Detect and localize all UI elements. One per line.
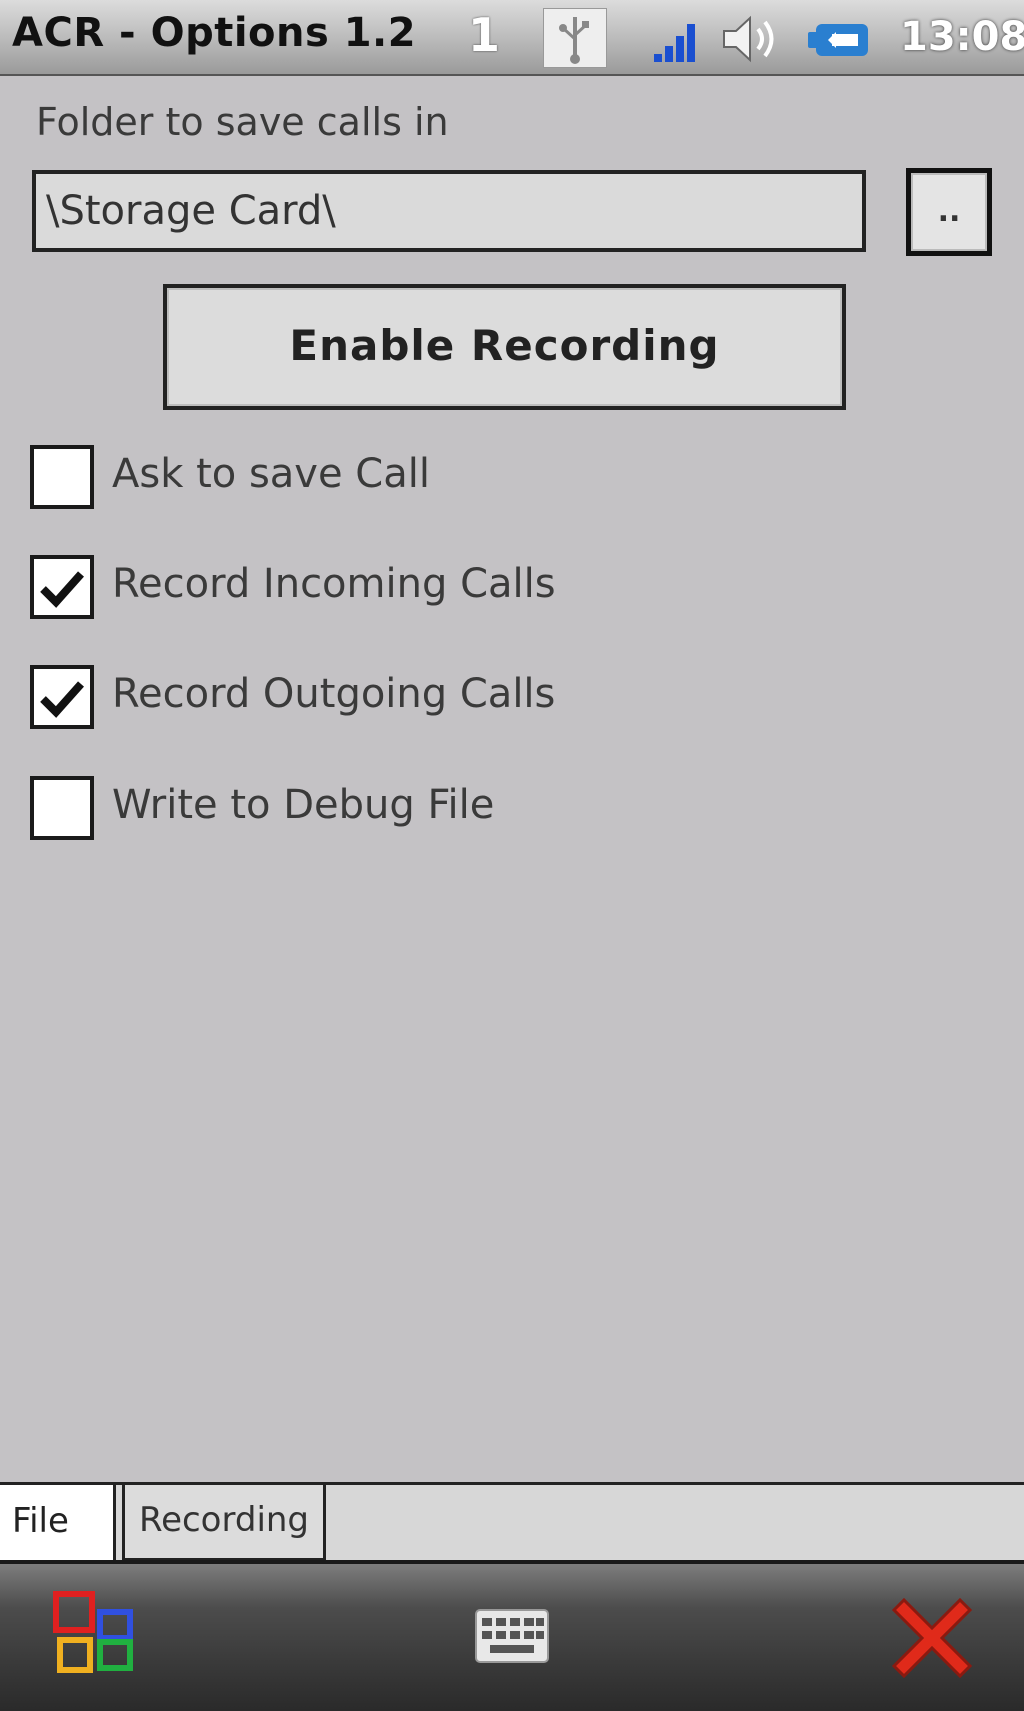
record-outgoing-checkbox-row[interactable]: Record Outgoing Calls xyxy=(30,665,630,735)
record-incoming-checkbox[interactable] xyxy=(30,555,94,619)
record-outgoing-checkbox[interactable] xyxy=(30,665,94,729)
tab-file[interactable]: File xyxy=(0,1485,116,1561)
signal-icon[interactable] xyxy=(652,16,704,64)
write-debug-checkbox-row[interactable]: Write to Debug File xyxy=(30,776,570,846)
record-incoming-label: Record Incoming Calls xyxy=(112,561,556,607)
write-debug-checkbox[interactable] xyxy=(30,776,94,840)
keyboard-icon[interactable] xyxy=(474,1608,550,1664)
folder-label: Folder to save calls in xyxy=(36,100,449,144)
ask-to-save-checkbox[interactable] xyxy=(30,445,94,509)
enable-recording-button[interactable]: Enable Recording xyxy=(163,284,846,410)
volume-icon[interactable] xyxy=(720,14,784,64)
browse-folder-button[interactable]: .. xyxy=(906,168,992,256)
record-outgoing-label: Record Outgoing Calls xyxy=(112,671,556,717)
write-debug-label: Write to Debug File xyxy=(112,782,495,828)
tab-bar: File Recording xyxy=(0,1482,1024,1561)
app-title: ACR - Options 1.2 xyxy=(12,10,417,56)
clock[interactable]: 13:08 xyxy=(900,14,1024,60)
checkmark-icon xyxy=(40,571,84,608)
tab-recording[interactable]: Recording xyxy=(122,1485,326,1561)
bottom-bar xyxy=(0,1560,1024,1711)
usb-icon[interactable] xyxy=(543,8,607,68)
checkmark-icon xyxy=(40,681,84,718)
ask-to-save-label: Ask to save Call xyxy=(112,451,430,497)
close-icon[interactable] xyxy=(880,1586,984,1690)
folder-path-input[interactable] xyxy=(32,170,866,252)
ask-to-save-checkbox-row[interactable]: Ask to save Call xyxy=(30,445,510,515)
session-number: 1 xyxy=(468,8,501,62)
start-icon[interactable] xyxy=(52,1590,142,1680)
battery-icon[interactable] xyxy=(806,20,872,60)
status-bar: ACR - Options 1.2 1 13:08 xyxy=(0,0,1024,76)
record-incoming-checkbox-row[interactable]: Record Incoming Calls xyxy=(30,555,630,625)
